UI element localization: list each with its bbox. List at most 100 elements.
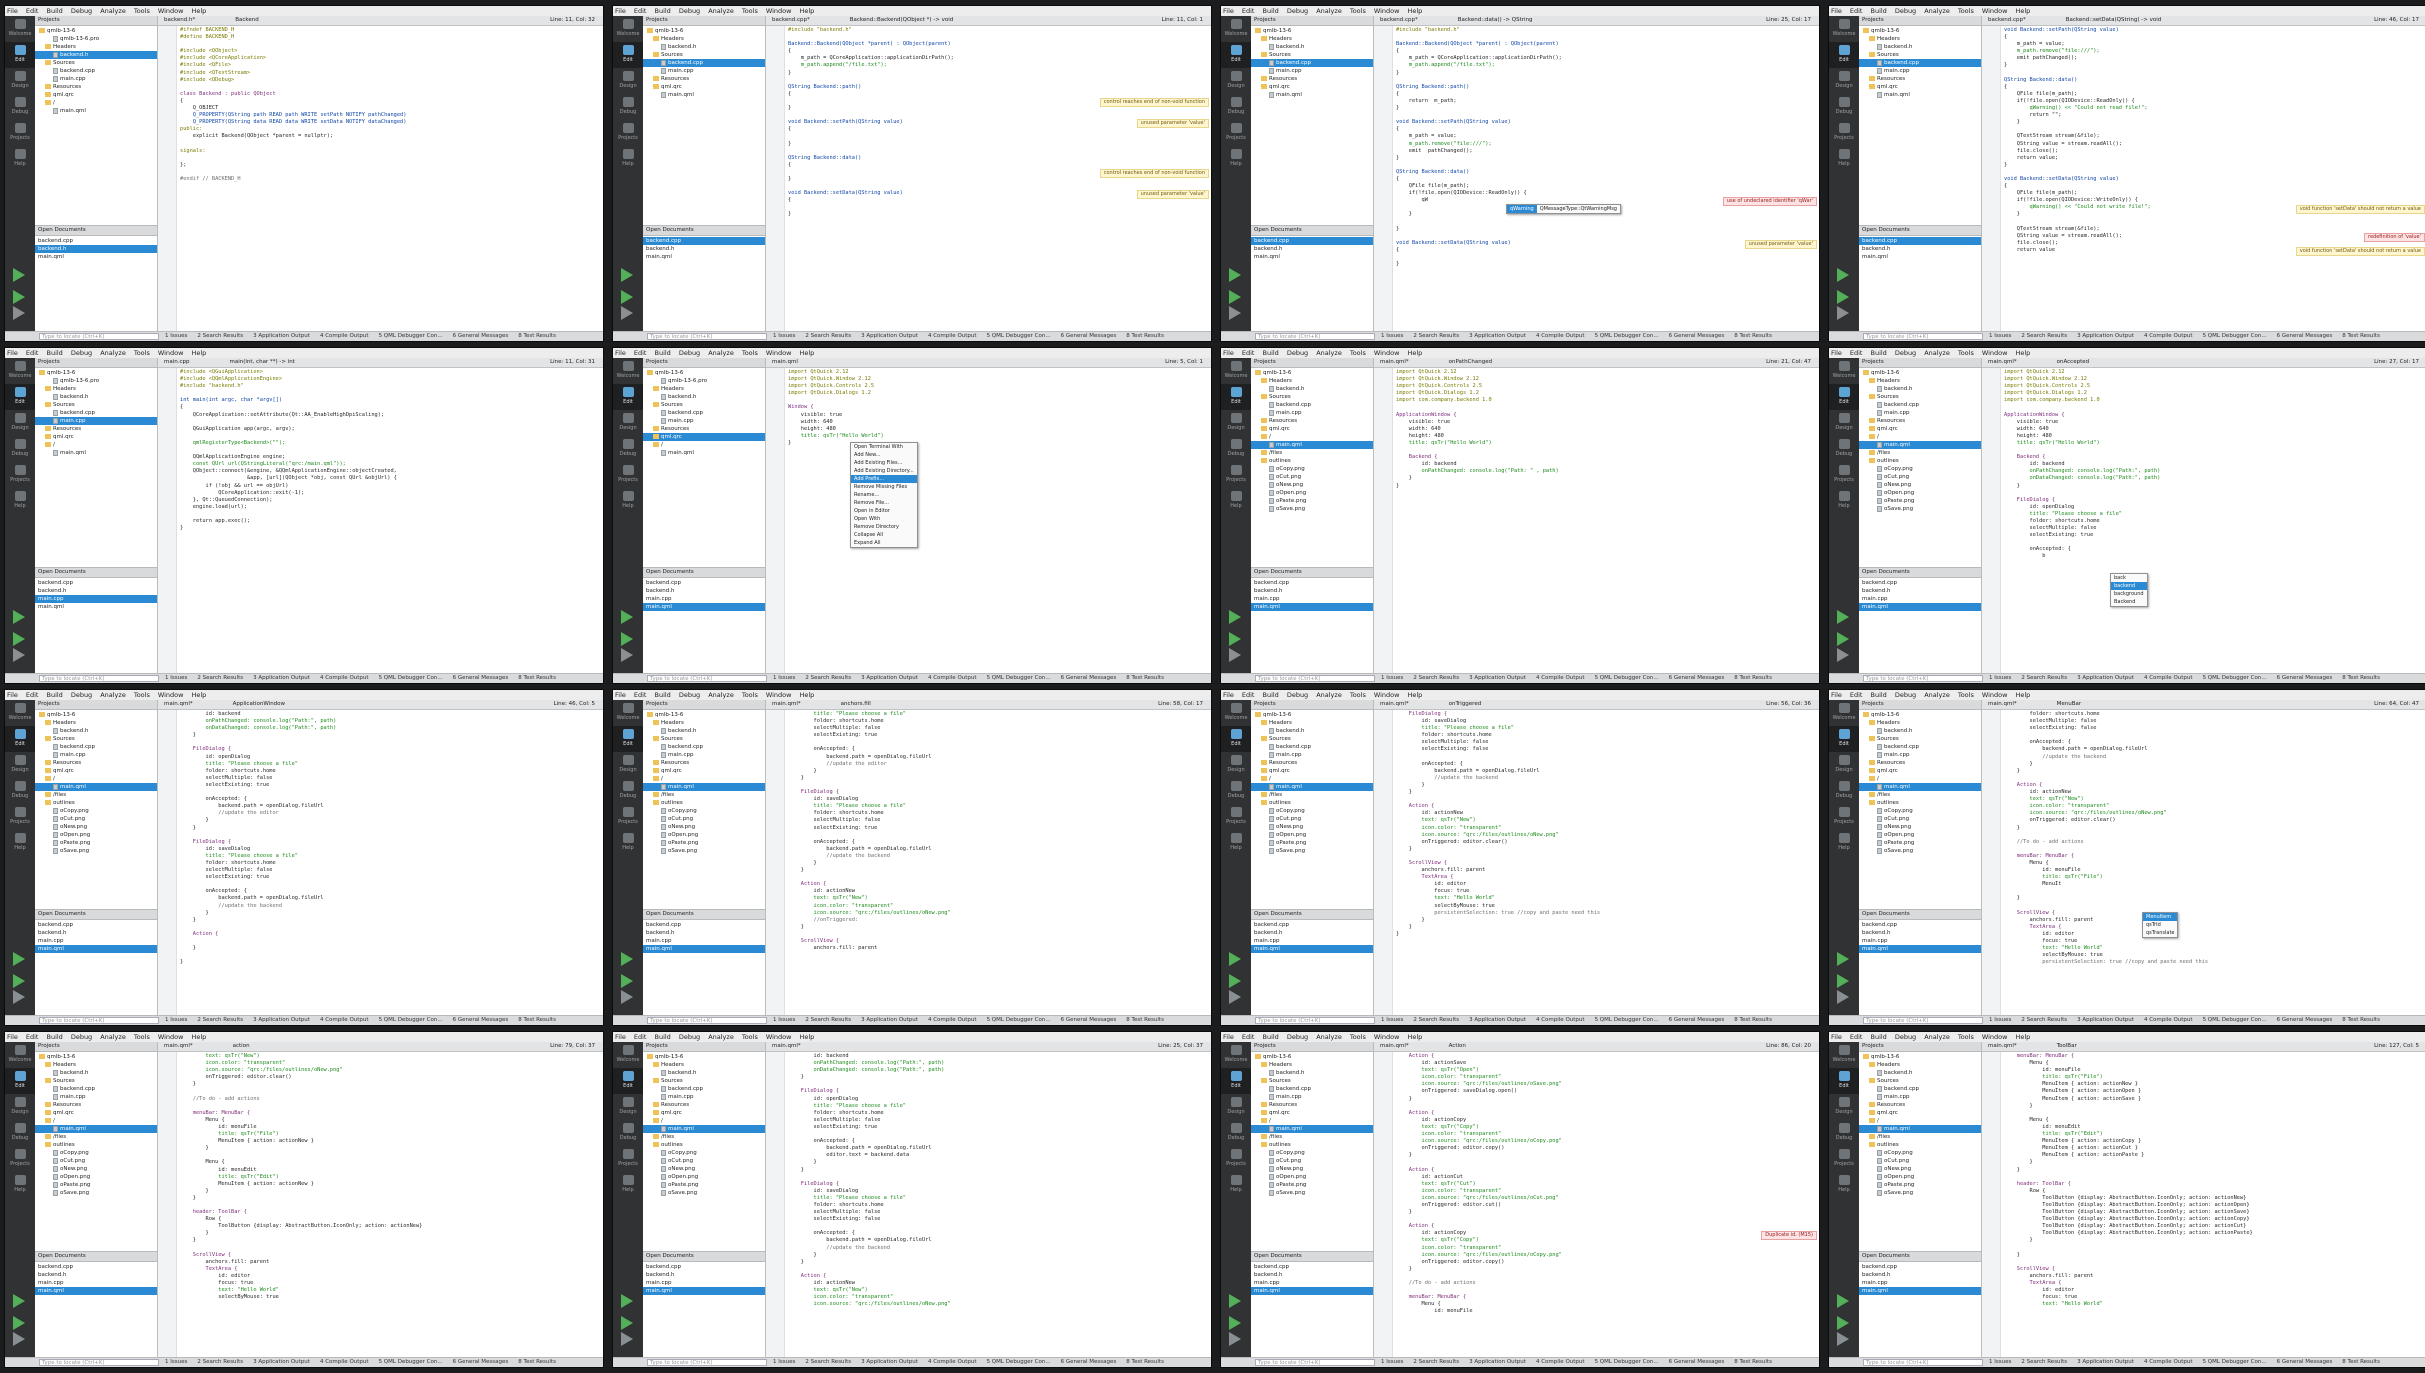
tree-item[interactable]: backend.h [1859, 1069, 1981, 1077]
output-pane-tab[interactable]: 5 QML Debugger Con... [987, 675, 1051, 681]
menu-item-help[interactable]: Help [191, 1033, 206, 1041]
menu-item-window[interactable]: Window [1982, 1033, 2008, 1041]
tree-item[interactable]: backend.cpp [35, 409, 157, 417]
open-document-item[interactable]: backend.h [1251, 1271, 1373, 1279]
output-pane-tab[interactable]: 1 Issues [165, 1359, 187, 1365]
menu-item-edit[interactable]: Edit [1850, 349, 1863, 357]
output-pane-tab[interactable]: 8 Test Results [518, 333, 556, 339]
tree-item[interactable]: backend.h [35, 727, 157, 735]
menu-item-build[interactable]: Build [1262, 691, 1278, 699]
menu-item-help[interactable]: Help [799, 691, 814, 699]
tree-item[interactable]: oCopy.png [1251, 1149, 1373, 1157]
mode-projects[interactable]: Projects [1829, 462, 1859, 488]
popup-item[interactable]: backend [2111, 582, 2147, 590]
code-editor[interactable]: main.qml Line: 5, Col: 1 import QtQuick 2.… [766, 358, 1211, 674]
tree-item[interactable]: main.cpp [35, 417, 157, 425]
tree-item[interactable]: main.qml [643, 1125, 765, 1133]
menu-item-window[interactable]: Window [1982, 349, 2008, 357]
open-document-item[interactable]: main.cpp [643, 937, 765, 945]
output-pane-tab[interactable]: 8 Test Results [1126, 333, 1164, 339]
open-document-item[interactable]: backend.h [35, 929, 157, 937]
tree-item[interactable]: main.qml [35, 1125, 157, 1133]
open-document-item[interactable]: backend.cpp [1859, 1263, 1981, 1271]
menu-item-edit[interactable]: Edit [1850, 7, 1863, 15]
editor-symbol[interactable]: ToolBar [2057, 1043, 2077, 1049]
tree-item[interactable]: outlines [1251, 457, 1373, 465]
tree-item[interactable]: oSave.png [643, 847, 765, 855]
popup-item[interactable]: Open in Editor [851, 507, 917, 515]
debug-run-icon[interactable] [1229, 1316, 1241, 1330]
menu-item-edit[interactable]: Edit [1850, 1033, 1863, 1041]
tree-item[interactable]: qmlb-13-6 [1251, 711, 1373, 719]
tree-item[interactable]: outlines [35, 1141, 157, 1149]
editor-symbol[interactable]: ApplicationWindow [233, 701, 285, 707]
tree-item[interactable]: /files [1251, 791, 1373, 799]
code-editor[interactable]: main.qml* MenuBar Line: 64, Col: 47 folder… [1982, 700, 2425, 1016]
editor-symbol[interactable]: action [233, 1043, 250, 1049]
build-icon[interactable] [1229, 1332, 1241, 1346]
output-pane-tab[interactable]: 5 QML Debugger Con... [2203, 1017, 2267, 1023]
completion-popup[interactable]: Open Terminal With Add New... Add Existing… [850, 442, 918, 548]
menu-item-help[interactable]: Help [799, 349, 814, 357]
completion-popup[interactable]: MenuItem qsTrId qsTranslate [2142, 912, 2179, 938]
tree-item[interactable]: Sources [1859, 735, 1981, 743]
mode-projects[interactable]: Projects [613, 1146, 643, 1172]
tree-item[interactable]: qmlb-13-6 [643, 711, 765, 719]
run-icon[interactable] [1229, 1294, 1241, 1308]
tree-item[interactable]: / [1859, 775, 1981, 783]
open-document-item[interactable]: backend.cpp [1251, 921, 1373, 929]
mode-edit[interactable]: Edit [613, 42, 643, 68]
open-document-item[interactable]: main.qml [35, 603, 157, 611]
menu-item-debug[interactable]: Debug [1287, 349, 1308, 357]
output-pane-tab[interactable]: 6 General Messages [453, 675, 509, 681]
build-icon[interactable] [1229, 306, 1241, 320]
menu-item-help[interactable]: Help [799, 1033, 814, 1041]
tree-item[interactable]: /files [35, 1133, 157, 1141]
code-text[interactable]: FileDialog { id: saveDialog title: "Plea… [1396, 711, 1815, 1016]
mode-help[interactable]: Help [5, 1172, 35, 1198]
open-document-item[interactable]: backend.h [1859, 587, 1981, 595]
mode-design[interactable]: Design [613, 752, 643, 778]
mode-debug[interactable]: Debug [1829, 778, 1859, 804]
tree-item[interactable]: Sources [1251, 393, 1373, 401]
output-pane-tab[interactable]: 5 QML Debugger Con... [379, 1017, 443, 1023]
output-pane-tab[interactable]: 4 Compile Output [1536, 1359, 1585, 1365]
tree-item[interactable]: /files [35, 791, 157, 799]
run-icon[interactable] [13, 268, 25, 282]
tree-item[interactable]: Sources [1251, 1077, 1373, 1085]
tree-item[interactable]: backend.h [643, 1069, 765, 1077]
output-pane-tab[interactable]: 1 Issues [1381, 675, 1403, 681]
editor-file-name[interactable]: main.qml [772, 359, 798, 365]
output-pane-tab[interactable]: 3 Application Output [2077, 1359, 2134, 1365]
mode-help[interactable]: Help [613, 830, 643, 856]
tree-item[interactable]: Resources [1859, 417, 1981, 425]
output-pane-tab[interactable]: 8 Test Results [1126, 1017, 1164, 1023]
menu-item-analyze[interactable]: Analyze [708, 7, 734, 15]
tree-item[interactable]: qml.qrc [1251, 83, 1373, 91]
tree-item[interactable]: backend.cpp [1859, 59, 1981, 67]
tree-item[interactable]: main.cpp [1251, 409, 1373, 417]
mode-edit[interactable]: Edit [1829, 384, 1859, 410]
tree-item[interactable]: outlines [1859, 799, 1981, 807]
tree-item[interactable]: /files [1251, 1133, 1373, 1141]
popup-item[interactable]: Open With [851, 515, 917, 523]
tree-item[interactable]: oCut.png [643, 1157, 765, 1165]
tree-item[interactable]: oCut.png [35, 815, 157, 823]
tree-item[interactable]: Resources [643, 1101, 765, 1109]
open-document-item[interactable]: backend.cpp [1859, 579, 1981, 587]
output-pane-tab[interactable]: 4 Compile Output [928, 1017, 977, 1023]
menu-item-build[interactable]: Build [46, 1033, 62, 1041]
menu-item-window[interactable]: Window [766, 691, 792, 699]
tree-item[interactable]: / [643, 441, 765, 449]
tree-item[interactable]: outlines [35, 799, 157, 807]
editor-file-name[interactable]: backend.cpp* [1380, 17, 1418, 23]
tree-item[interactable]: oNew.png [1859, 1165, 1981, 1173]
tree-item[interactable]: oOpen.png [35, 831, 157, 839]
tree-item[interactable]: oNew.png [1859, 481, 1981, 489]
code-editor[interactable]: main.qml* Action Line: 86, Col: 20 Action … [1374, 1042, 1819, 1358]
output-pane-tab[interactable]: 4 Compile Output [928, 333, 977, 339]
tree-item[interactable]: / [1859, 1117, 1981, 1125]
mode-welcome[interactable]: Welcome [1829, 358, 1859, 384]
tree-item[interactable]: backend.cpp [35, 67, 157, 75]
open-document-item[interactable]: main.qml [643, 1287, 765, 1295]
